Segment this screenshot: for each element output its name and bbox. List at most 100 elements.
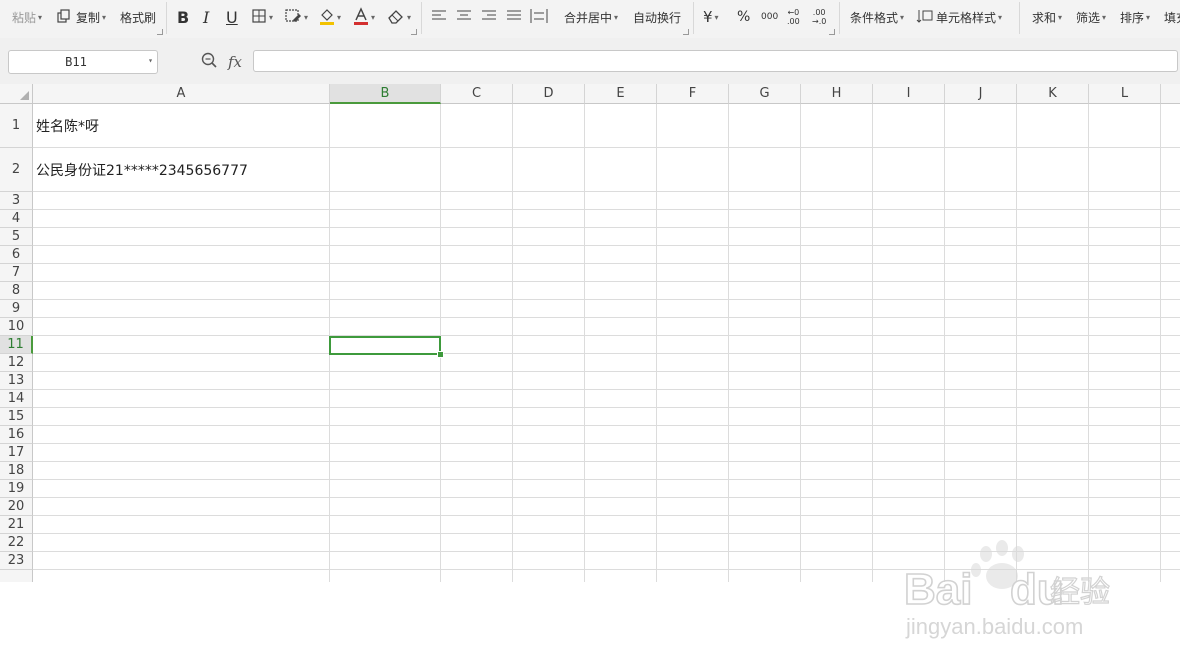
row-header-4[interactable]: 4 <box>0 210 33 228</box>
row-header-9[interactable]: 9 <box>0 300 33 318</box>
sum-label: 求和 <box>1032 10 1057 25</box>
spreadsheet-grid[interactable]: A B C D E F G H I J K L 1 2 3 4 5 6 7 8 … <box>0 84 1180 639</box>
conditional-format-button[interactable]: 条件格式 ▾ <box>850 0 904 34</box>
select-all-corner[interactable] <box>0 84 33 104</box>
sum-button[interactable]: 求和 ▾ <box>1032 0 1062 34</box>
row-header-3[interactable]: 3 <box>0 192 33 210</box>
column-header-c[interactable]: C <box>441 84 513 104</box>
bold-label: B <box>177 7 190 27</box>
alignment-group-launcher-icon[interactable] <box>683 29 689 35</box>
column-header-g[interactable]: G <box>729 84 801 104</box>
thousands-separator-button[interactable]: 000 <box>761 0 778 34</box>
merge-center-button[interactable]: 合并居中 ▾ <box>564 0 618 34</box>
row-header-10[interactable]: 10 <box>0 318 33 336</box>
percent-button[interactable]: % <box>737 0 750 34</box>
italic-button[interactable]: I <box>203 0 209 34</box>
cell-style-button[interactable]: 单元格样式 ▾ <box>916 0 1002 34</box>
row-header-14[interactable]: 14 <box>0 390 33 408</box>
row-header-23[interactable]: 23 <box>0 552 33 570</box>
row-header-2[interactable]: 2 <box>0 148 33 192</box>
column-header-j[interactable]: J <box>945 84 1017 104</box>
format-painter-button[interactable]: 格式刷 <box>120 0 156 34</box>
row-header-5[interactable]: 5 <box>0 228 33 246</box>
paste-button[interactable]: 粘贴 ▾ <box>12 0 42 34</box>
copy-label: 复制 <box>76 10 101 25</box>
filter-button[interactable]: 筛选 ▾ <box>1076 0 1106 34</box>
distributed-button[interactable] <box>530 0 548 34</box>
row-header-18[interactable]: 18 <box>0 462 33 480</box>
column-header-f[interactable]: F <box>657 84 729 104</box>
formula-input[interactable] <box>253 50 1178 72</box>
row-header-12[interactable]: 12 <box>0 354 33 372</box>
column-header-b[interactable]: B <box>330 84 441 104</box>
row-header-7[interactable]: 7 <box>0 264 33 282</box>
align-right-button[interactable] <box>481 0 497 34</box>
row-header-11[interactable]: 11 <box>0 336 33 354</box>
column-header-k[interactable]: K <box>1017 84 1089 104</box>
row-header-15[interactable]: 15 <box>0 408 33 426</box>
column-header-m[interactable] <box>1161 84 1180 104</box>
increase-decimal-bottom: .00 <box>787 17 800 26</box>
chevron-down-icon: ▾ <box>269 12 274 22</box>
fx-icon[interactable]: fx <box>228 53 242 71</box>
column-header-d[interactable]: D <box>513 84 585 104</box>
grid-line <box>33 353 1180 354</box>
row-header-19[interactable]: 19 <box>0 480 33 498</box>
grid-line <box>1016 104 1017 582</box>
clipboard-group-launcher-icon[interactable] <box>157 29 163 35</box>
copy-button[interactable]: 复制 ▾ <box>56 0 106 34</box>
cell-a1[interactable]: 姓名陈*呀 <box>36 104 99 148</box>
row-header-6[interactable]: 6 <box>0 246 33 264</box>
number-group-launcher-icon[interactable] <box>829 29 835 35</box>
fill-handle[interactable] <box>437 351 444 358</box>
copy-icon <box>56 8 72 27</box>
cell-style-icon <box>916 8 934 27</box>
grid-line <box>656 104 657 582</box>
chevron-down-icon: ▾ <box>407 12 412 22</box>
column-header-i[interactable]: I <box>873 84 945 104</box>
name-box[interactable]: B11 ▾ <box>8 50 158 74</box>
underline-button[interactable]: U <box>226 0 238 34</box>
font-color-button[interactable]: ▾ <box>353 0 375 34</box>
cell-b11-selection[interactable] <box>329 336 441 355</box>
grid-line <box>584 104 585 582</box>
sort-button[interactable]: 排序 ▾ <box>1120 0 1150 34</box>
clear-button[interactable]: ▾ <box>387 0 411 34</box>
row-header-21[interactable]: 21 <box>0 516 33 534</box>
row-header-24[interactable] <box>0 570 33 582</box>
align-center-button[interactable] <box>456 0 472 34</box>
align-left-button[interactable] <box>431 0 447 34</box>
column-header-h[interactable]: H <box>801 84 873 104</box>
font-group-launcher-icon[interactable] <box>411 29 417 35</box>
decrease-decimal-button[interactable]: .00 →.0 <box>812 0 826 34</box>
row-header-16[interactable]: 16 <box>0 426 33 444</box>
row-header-8[interactable]: 8 <box>0 282 33 300</box>
justify-button[interactable] <box>506 0 522 34</box>
chevron-down-icon[interactable]: ▾ <box>148 56 153 65</box>
wrap-text-button[interactable]: 自动换行 <box>633 0 681 34</box>
row-header-20[interactable]: 20 <box>0 498 33 516</box>
cell-format-button[interactable]: ▾ <box>284 0 308 34</box>
row-header-22[interactable]: 22 <box>0 534 33 552</box>
column-header-e[interactable]: E <box>585 84 657 104</box>
fill-button[interactable]: 填充 <box>1164 0 1180 34</box>
cell-a2[interactable]: 公民身份证21*****2345656777 <box>36 148 248 192</box>
fill-color-button[interactable]: ▾ <box>319 0 341 34</box>
increase-decimal-button[interactable]: ←0 .00 <box>787 0 800 34</box>
bold-button[interactable]: B <box>177 0 189 34</box>
currency-button[interactable]: ¥ ▾ <box>703 0 719 34</box>
borders-button[interactable]: ▾ <box>251 0 273 34</box>
distributed-align-icon <box>530 8 548 27</box>
column-header-a[interactable]: A <box>33 84 330 104</box>
increase-decimal-top: ←0 <box>787 8 800 17</box>
thousands-label: 000 <box>761 12 779 22</box>
column-header-l[interactable]: L <box>1089 84 1161 104</box>
grid-line <box>33 371 1180 372</box>
row-header-13[interactable]: 13 <box>0 372 33 390</box>
divider <box>1019 2 1020 34</box>
row-header-1[interactable]: 1 <box>0 104 33 148</box>
grid-line <box>33 443 1180 444</box>
zoom-search-icon[interactable] <box>200 51 218 73</box>
row-header-17[interactable]: 17 <box>0 444 33 462</box>
wrap-text-label: 自动换行 <box>633 10 682 25</box>
